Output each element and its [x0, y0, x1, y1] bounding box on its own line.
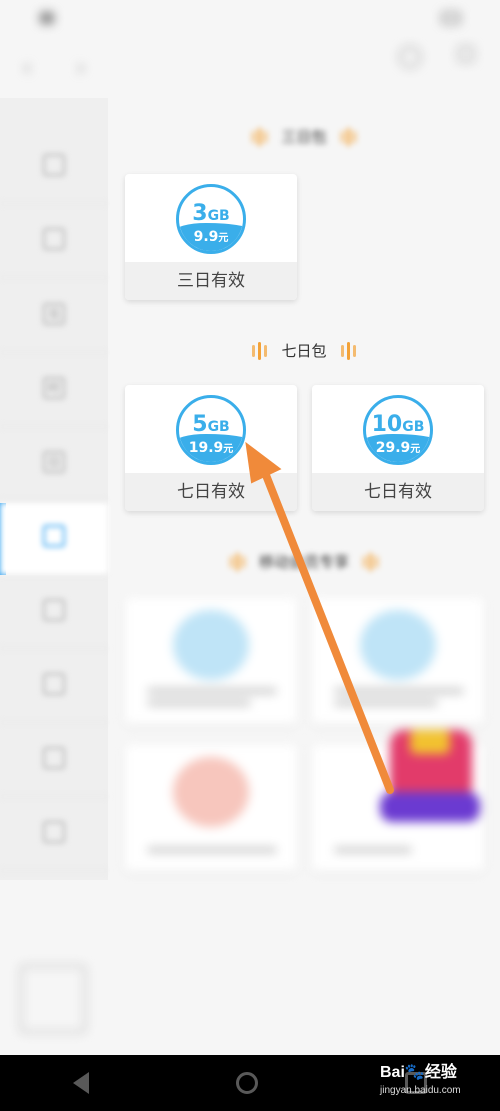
sidebar-item-8[interactable]: [0, 725, 108, 797]
package-validity: 七日有效: [125, 473, 297, 511]
sidebar-item-6[interactable]: [0, 577, 108, 649]
more-button[interactable]: [448, 46, 484, 90]
package-validity: 三日有效: [125, 262, 297, 300]
section-deco-right: [340, 127, 356, 146]
package-size: 10GB: [371, 412, 425, 437]
package-price: 9.9元: [193, 229, 229, 245]
section-title-text: 三日包: [281, 128, 327, 146]
status-right: [436, 12, 460, 24]
extra-icon: [43, 672, 65, 695]
package-price: 19.9元: [188, 440, 234, 456]
watermark-domain: jingyan.baidu.com: [380, 1085, 461, 1096]
calendar-icon: 日: [43, 450, 65, 473]
signal-icon: [40, 12, 54, 24]
month-icon: [43, 598, 65, 621]
sidebar-item-0[interactable]: [0, 132, 108, 204]
sidebar-item-5[interactable]: [0, 503, 108, 575]
section-deco-left: [229, 552, 245, 571]
package-badge: 5GB 19.9元: [176, 395, 246, 465]
status-bar: [0, 0, 500, 36]
sidebar-item-9[interactable]: [0, 799, 108, 871]
section-title-three-day: 三日包: [108, 126, 500, 147]
battery-icon: [442, 12, 460, 24]
section-deco-right: [363, 552, 378, 571]
package-card-10gb[interactable]: 10GB 29.9元 七日有效: [312, 385, 484, 511]
member-promo-card[interactable]: [125, 745, 297, 871]
package-icon: [43, 153, 65, 176]
user-icon: [399, 46, 421, 68]
user-button[interactable]: [395, 46, 425, 90]
bottom-left-thumbnail[interactable]: [20, 965, 86, 1033]
promo-badge: [173, 610, 249, 680]
watermark-brand: Bai🐾经验: [380, 1064, 457, 1081]
package-size: 3GB: [192, 201, 230, 226]
header: ‹ ›: [0, 40, 500, 98]
paw-icon: 🐾: [404, 1064, 425, 1081]
section-title-text: 移动会员专享: [258, 553, 349, 571]
package-size: 5GB: [192, 412, 230, 437]
promo-text: [334, 682, 464, 706]
other-icon: [43, 820, 65, 843]
promo-text: [147, 682, 277, 706]
package-price: 29.9元: [375, 440, 421, 456]
status-left: [40, 12, 60, 24]
sidebar-item-7[interactable]: [0, 651, 108, 723]
watermark: Bai🐾经验 jingyan.baidu.com: [380, 1058, 500, 1108]
home-nav-icon[interactable]: [235, 1072, 258, 1094]
package-badge: 3GB 9.9元: [176, 184, 246, 254]
vip-icon: [43, 227, 65, 250]
sidebar-item-1[interactable]: [0, 206, 108, 278]
section-title-seven-day: 七日包: [108, 340, 500, 361]
back-icon[interactable]: ‹: [14, 56, 40, 82]
package-validity: 七日有效: [312, 473, 484, 511]
section-deco-left: [252, 341, 268, 360]
promo-badge: [360, 610, 436, 680]
package-card-3gb[interactable]: 3GB 9.9元 三日有效: [125, 174, 297, 300]
sidebar-item-3[interactable]: 时: [0, 355, 108, 427]
more-icon: [458, 46, 474, 62]
week-icon: [43, 524, 65, 547]
points-icon: 兑: [43, 302, 65, 325]
forward-icon[interactable]: ›: [68, 56, 94, 82]
section-title-member: 移动会员专享: [108, 551, 500, 572]
section-deco-right: [340, 341, 356, 360]
promo-text: [147, 841, 277, 853]
member-promo-card[interactable]: [125, 598, 297, 724]
sidebar-item-2[interactable]: 兑: [0, 281, 108, 353]
section-title-text: 七日包: [281, 342, 327, 360]
back-nav-icon[interactable]: [73, 1072, 90, 1094]
gift-icon[interactable]: [380, 730, 480, 825]
package-badge: 10GB 29.9元: [363, 395, 433, 465]
section-deco-left: [252, 127, 268, 146]
package-card-5gb[interactable]: 5GB 19.9元 七日有效: [125, 385, 297, 511]
member-promo-card[interactable]: [312, 598, 484, 724]
more-item-icon: [43, 746, 65, 769]
clock-icon: 时: [43, 376, 65, 399]
sidebar-item-4[interactable]: 日: [0, 429, 108, 501]
promo-badge: [173, 757, 249, 827]
promo-text: [334, 841, 464, 853]
